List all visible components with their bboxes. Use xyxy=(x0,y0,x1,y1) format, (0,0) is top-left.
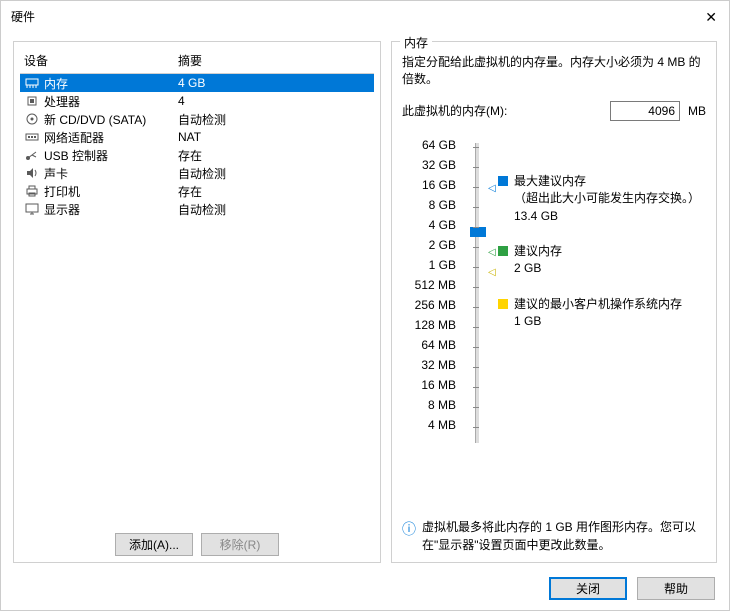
legend-min-swatch xyxy=(498,299,508,309)
sound-icon xyxy=(24,166,40,180)
info-text: 虚拟机最多将此内存的 1 GB 用作图形内存。您可以在"显示器"设置页面中更改此… xyxy=(422,519,706,554)
legend: 最大建议内存 （超出此大小可能发生内存交换。） 13.4 GB 建议内存 2 G… xyxy=(498,135,706,443)
device-summary: 4 GB xyxy=(178,76,374,90)
slider-tick-labels: 64 GB32 GB16 GB8 GB4 GB2 GB1 GB512 MB256… xyxy=(412,135,456,443)
info-icon: ⓘ xyxy=(402,519,416,554)
memory-settings-panel: 内存 指定分配给此虚拟机的内存量。内存大小必须为 4 MB 的倍数。 此虚拟机的… xyxy=(391,41,717,563)
legend-max-value: 13.4 GB xyxy=(514,208,706,225)
device-row[interactable]: 显示器自动检测 xyxy=(20,200,374,218)
titlebar: 硬件 ✕ xyxy=(1,1,729,31)
device-row[interactable]: 处理器4 xyxy=(20,92,374,110)
tick-label: 64 MB xyxy=(412,335,456,355)
legend-max-note: （超出此大小可能发生内存交换。） xyxy=(514,190,706,207)
legend-max-swatch xyxy=(498,176,508,186)
legend-min-value: 1 GB xyxy=(514,313,706,330)
legend-rec-swatch xyxy=(498,246,508,256)
device-summary: 自动检测 xyxy=(178,111,374,128)
device-row[interactable]: 声卡自动检测 xyxy=(20,164,374,182)
add-button[interactable]: 添加(A)... xyxy=(115,533,193,556)
tick-label: 32 GB xyxy=(412,155,456,175)
device-summary: 存在 xyxy=(178,183,374,200)
tick-label: 512 MB xyxy=(412,275,456,295)
device-summary: 4 xyxy=(178,94,374,108)
close-button[interactable]: 关闭 xyxy=(549,577,627,600)
tick-label: 128 MB xyxy=(412,315,456,335)
min-marker-icon: ◁ xyxy=(488,267,496,278)
device-row[interactable]: USB 控制器存在 xyxy=(20,146,374,164)
tick-label: 64 GB xyxy=(412,135,456,155)
max-marker-icon: ◁ xyxy=(488,183,496,194)
col-summary[interactable]: 摘要 xyxy=(178,52,374,69)
memory-description: 指定分配给此虚拟机的内存量。内存大小必须为 4 MB 的倍数。 xyxy=(402,54,706,89)
tick-label: 8 GB xyxy=(412,195,456,215)
legend-min-title: 建议的最小客户机操作系统内存 xyxy=(514,296,706,313)
cd-icon xyxy=(24,112,40,126)
device-name: 打印机 xyxy=(44,183,178,200)
device-name: 新 CD/DVD (SATA) xyxy=(44,111,178,128)
tick-label: 4 GB xyxy=(412,215,456,235)
slider-thumb[interactable] xyxy=(470,227,486,237)
info-note: ⓘ 虚拟机最多将此内存的 1 GB 用作图形内存。您可以在"显示器"设置页面中更… xyxy=(402,519,706,554)
window-title: 硬件 xyxy=(11,8,35,25)
device-summary: 存在 xyxy=(178,147,374,164)
tick-label: 16 MB xyxy=(412,375,456,395)
table-header: 设备 摘要 xyxy=(20,48,374,74)
tick-label: 2 GB xyxy=(412,235,456,255)
memory-input[interactable] xyxy=(610,101,680,121)
dialog-buttons: 关闭 帮助 xyxy=(549,577,715,600)
legend-rec-title: 建议内存 xyxy=(514,243,706,260)
device-name: USB 控制器 xyxy=(44,147,178,164)
help-button[interactable]: 帮助 xyxy=(637,577,715,600)
device-name: 处理器 xyxy=(44,93,178,110)
device-row[interactable]: 打印机存在 xyxy=(20,182,374,200)
device-name: 内存 xyxy=(44,75,178,92)
tick-label: 256 MB xyxy=(412,295,456,315)
display-icon xyxy=(24,202,40,216)
device-summary: 自动检测 xyxy=(178,201,374,218)
device-name: 声卡 xyxy=(44,165,178,182)
device-name: 显示器 xyxy=(44,201,178,218)
device-name: 网络适配器 xyxy=(44,129,178,146)
device-list: 内存4 GB处理器4新 CD/DVD (SATA)自动检测网络适配器NATUSB… xyxy=(20,74,374,218)
device-row[interactable]: 内存4 GB xyxy=(20,74,374,92)
device-row[interactable]: 网络适配器NAT xyxy=(20,128,374,146)
remove-button[interactable]: 移除(R) xyxy=(201,533,279,556)
usb-icon xyxy=(24,148,40,162)
device-row[interactable]: 新 CD/DVD (SATA)自动检测 xyxy=(20,110,374,128)
legend-rec-value: 2 GB xyxy=(514,260,706,277)
recommended-marker-icon: ◁ xyxy=(488,247,496,258)
tick-label: 1 GB xyxy=(412,255,456,275)
device-summary: 自动检测 xyxy=(178,165,374,182)
memory-icon xyxy=(24,76,40,90)
memory-unit: MB xyxy=(688,104,706,118)
hardware-list-panel: 设备 摘要 内存4 GB处理器4新 CD/DVD (SATA)自动检测网络适配器… xyxy=(13,41,381,563)
close-icon[interactable]: ✕ xyxy=(705,9,717,26)
memory-slider[interactable]: ◁ ◁ ◁ xyxy=(466,135,488,443)
device-summary: NAT xyxy=(178,130,374,144)
cpu-icon xyxy=(24,94,40,108)
tick-label: 32 MB xyxy=(412,355,456,375)
col-device[interactable]: 设备 xyxy=(24,52,178,69)
group-title: 内存 xyxy=(400,34,432,51)
memory-field-label: 此虚拟机的内存(M): xyxy=(402,102,602,119)
legend-max-title: 最大建议内存 xyxy=(514,173,706,190)
printer-icon xyxy=(24,184,40,198)
tick-label: 16 GB xyxy=(412,175,456,195)
tick-label: 4 MB xyxy=(412,415,456,435)
tick-label: 8 MB xyxy=(412,395,456,415)
net-icon xyxy=(24,130,40,144)
